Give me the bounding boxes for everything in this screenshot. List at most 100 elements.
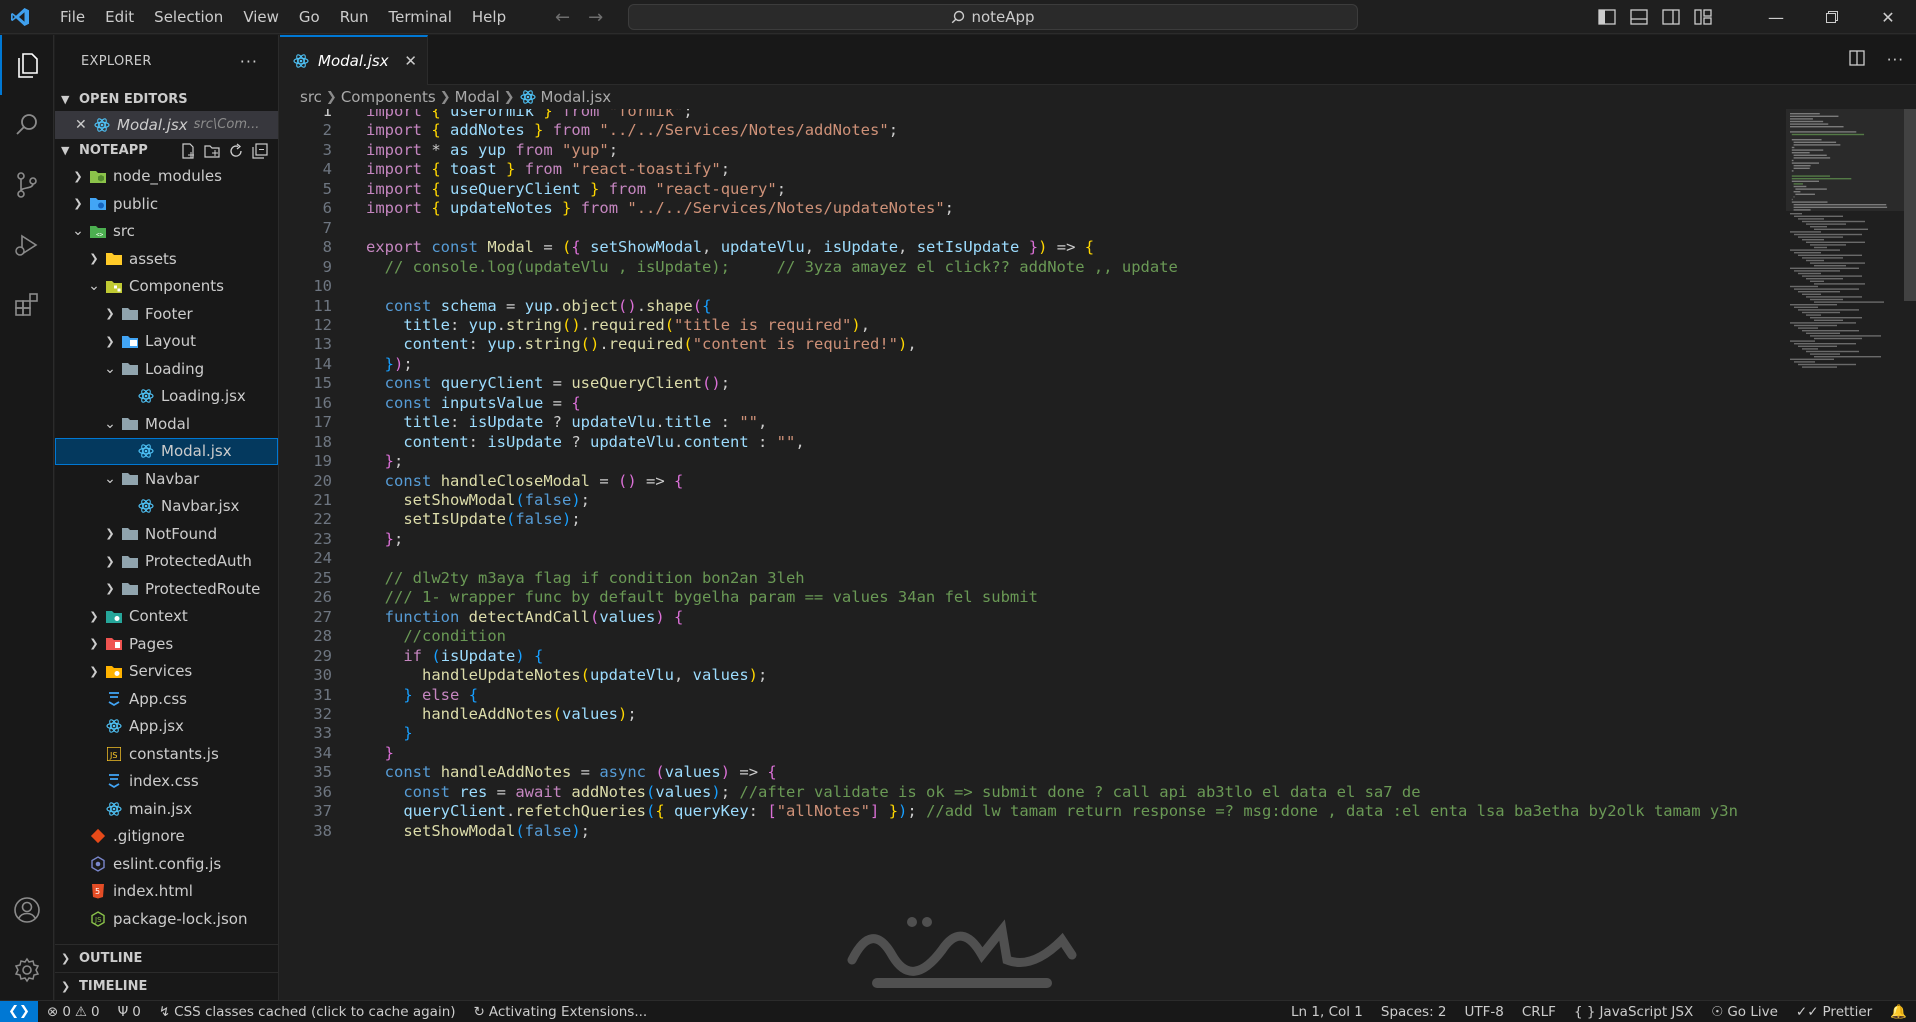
minimap-viewport[interactable] [1786,109,1904,211]
explorer-icon[interactable] [0,35,54,95]
refresh-icon[interactable] [228,143,244,159]
tree-folder[interactable]: ❯ Services [55,658,278,686]
new-file-icon[interactable] [180,142,196,159]
tree-folder[interactable]: ❯ assets [55,245,278,273]
more-actions-icon[interactable]: ··· [240,52,258,71]
forward-arrow-icon[interactable]: → [588,7,603,28]
minimize-button[interactable]: — [1748,0,1804,34]
extensions-icon[interactable] [0,275,54,335]
open-editors-section[interactable]: ▼ OPEN EDITORS [55,87,278,111]
react-icon [93,117,111,133]
minimap-line [1802,330,1859,332]
tree-file[interactable]: .gitignore [55,823,278,851]
ports-indicator[interactable]: Ψ0 [109,1004,150,1020]
scrollbar-thumb[interactable] [1904,109,1916,301]
tree-file[interactable]: index.css [55,768,278,796]
run-debug-icon[interactable] [0,215,54,275]
breadcrumb-item[interactable]: Components [341,88,436,106]
customize-layout-icon[interactable] [1694,9,1712,25]
restore-button[interactable] [1804,0,1860,34]
prettier-status[interactable]: ✓✓ Prettier [1787,1004,1881,1020]
menu-help[interactable]: Help [462,8,516,26]
tree-file[interactable]: JS constants.js [55,740,278,768]
code-line[interactable]: 38 setShowModal(false); [280,819,1780,843]
new-folder-icon[interactable] [204,143,220,159]
close-window-button[interactable]: ✕ [1860,0,1916,34]
tree-folder[interactable]: ⌄ Components [55,273,278,301]
toggle-secondary-sidebar-icon[interactable] [1662,9,1680,25]
menu-terminal[interactable]: Terminal [379,8,462,26]
toggle-primary-sidebar-icon[interactable] [1598,9,1616,25]
menu-edit[interactable]: Edit [95,8,144,26]
source-control-icon[interactable] [0,155,54,215]
encoding[interactable]: UTF-8 [1456,1004,1513,1020]
language-mode[interactable]: { } JavaScript JSX [1565,1004,1702,1020]
indentation[interactable]: Spaces: 2 [1372,1004,1456,1020]
toggle-panel-icon[interactable] [1630,9,1648,25]
tree-folder[interactable]: ⌄ Navbar [55,465,278,493]
code-text: const queryClient = useQueryClient(); [384,374,731,393]
tree-folder[interactable]: ❯ Pages [55,630,278,658]
tree-file[interactable]: eslint.config.js [55,850,278,878]
breadcrumb-item[interactable]: Modal.jsx [541,88,612,106]
chevron-right-icon: ❯ [105,582,115,596]
css-cache-status[interactable]: ↯ CSS classes cached (click to cache agai… [150,1004,465,1020]
tree-folder[interactable]: ❯ Context [55,603,278,631]
tree-file[interactable]: 5 index.html [55,878,278,906]
tree-folder[interactable]: ❯ ProtectedRoute [55,575,278,603]
collapse-all-icon[interactable] [252,142,268,159]
breadcrumb-item[interactable]: Modal [455,88,500,106]
tree-file[interactable]: main.jsx [55,795,278,823]
menu-view[interactable]: View [233,8,289,26]
tree-file[interactable]: Modal.jsx [55,437,278,465]
breadcrumb-item[interactable]: src [300,88,322,106]
cursor-position[interactable]: Ln 1, Col 1 [1282,1004,1372,1020]
editor-scrollbar[interactable] [1904,109,1916,1000]
tree-file[interactable]: App.css [55,685,278,713]
problems-indicator[interactable]: ⊗ 0 ⚠ 0 [38,1004,109,1020]
tree-folder[interactable]: ⌄ Modal [55,410,278,438]
git-icon [89,828,107,844]
code-text: title: isUpdate ? updateVlu.title : "", [403,413,768,432]
timeline-section[interactable]: ❯ TIMELINE [55,972,278,1000]
tree-file[interactable]: App.jsx [55,713,278,741]
project-section[interactable]: ▼ NOTEAPP [55,139,278,163]
menu-selection[interactable]: Selection [144,8,233,26]
accounts-icon[interactable] [0,880,54,940]
go-live-button[interactable]: ☉ Go Live [1702,1004,1787,1020]
minimap[interactable] [1786,109,1904,1000]
tree-folder[interactable]: ❯ Layout [55,328,278,356]
notifications-bell-icon[interactable]: 🔔 [1881,1004,1916,1020]
command-center-search[interactable]: noteApp [628,4,1358,30]
menu-go[interactable]: Go [289,8,330,26]
tree-folder[interactable]: ❯ public [55,190,278,218]
code-editor[interactable]: 1 import { useFormik } from "formik"; 2 imp… [280,109,1780,1000]
tree-folder[interactable]: ❯ ProtectedAuth [55,548,278,576]
tree-folder[interactable]: ❯ node_modules [55,163,278,191]
remote-indicator-icon[interactable]: ❮❯ [0,1000,38,1022]
more-actions-icon[interactable]: ··· [1887,51,1904,69]
menu-run[interactable]: Run [330,8,379,26]
close-icon[interactable]: ✕ [75,117,89,133]
outline-section[interactable]: ❯ OUTLINE [55,944,278,972]
tab-modal-jsx[interactable]: Modal.jsx ✕ [280,35,428,85]
tree-file[interactable]: Navbar.jsx [55,493,278,521]
back-arrow-icon[interactable]: ← [555,7,570,28]
tree-file[interactable]: Loading.jsx [55,383,278,411]
tree-folder[interactable]: ⌄ <> src [55,218,278,246]
close-icon[interactable]: ✕ [404,52,417,70]
tree-file[interactable]: JS package-lock.json [55,905,278,933]
tree-folder[interactable]: ❯ Footer [55,300,278,328]
split-editor-icon[interactable] [1849,50,1865,70]
menu-file[interactable]: File [50,8,95,26]
activating-extensions-status[interactable]: ↻ Activating Extensions... [465,1004,657,1020]
line-number: 32 [313,704,332,723]
search-icon[interactable] [0,95,54,155]
tree-folder[interactable]: ⌄ Loading [55,355,278,383]
minimap-line [1798,218,1824,220]
manage-gear-icon[interactable] [0,940,54,1000]
tree-folder[interactable]: ❯ NotFound [55,520,278,548]
minimap-line [1806,296,1862,298]
end-of-line[interactable]: CRLF [1513,1004,1565,1020]
open-editor-item[interactable]: ✕ Modal.jsx src\Com... [55,111,278,139]
